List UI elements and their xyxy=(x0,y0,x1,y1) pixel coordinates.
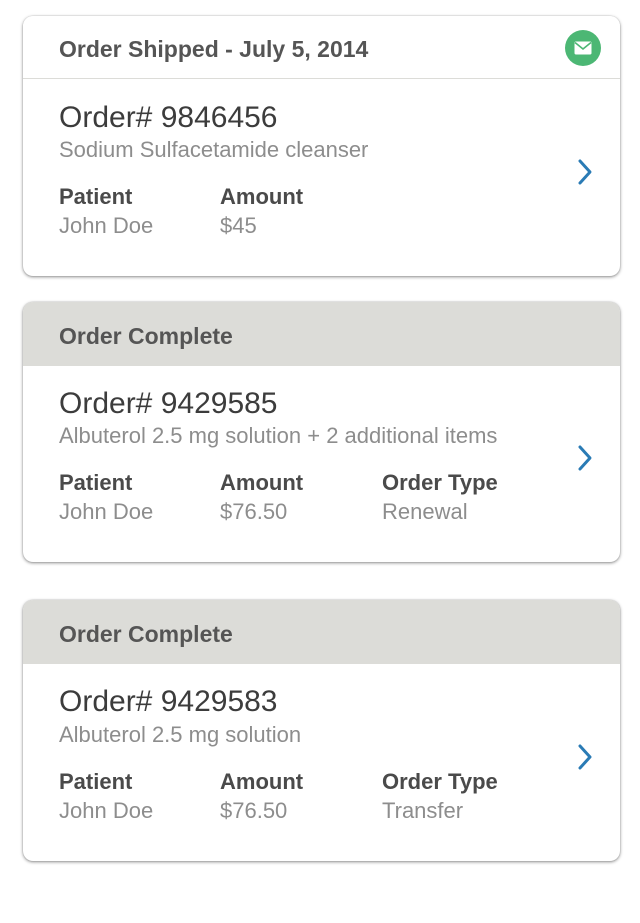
order-number: Order# 9429585 xyxy=(59,387,278,420)
order-status-title: Order Shipped - July 5, 2014 xyxy=(59,36,369,62)
order-type-value: Transfer xyxy=(382,798,464,823)
patient-label: Patient xyxy=(59,769,133,794)
order-type-label: Order Type xyxy=(382,769,498,794)
patient-label: Patient xyxy=(59,470,133,495)
order-card-header: Order Shipped - July 5, 2014 xyxy=(23,16,620,79)
order-card[interactable]: Order Shipped - July 5, 2014 Order# 9846… xyxy=(23,16,620,276)
amount-value: $76.50 xyxy=(220,499,288,524)
chevron-right-icon[interactable] xyxy=(575,743,595,771)
order-number: Order# 9846456 xyxy=(59,101,278,134)
chevron-right-icon[interactable] xyxy=(575,158,595,186)
order-status-title: Order Complete xyxy=(59,323,233,349)
order-description: Albuterol 2.5 mg solution + 2 additional… xyxy=(59,423,498,448)
patient-value: John Doe xyxy=(59,499,154,524)
amount-label: Amount xyxy=(220,184,304,209)
amount-label: Amount xyxy=(220,470,304,495)
order-card[interactable]: Order Complete Order# 9429583 Albuterol … xyxy=(23,600,620,861)
order-card-header: Order Complete xyxy=(23,302,620,366)
patient-value: John Doe xyxy=(59,213,154,238)
patient-label: Patient xyxy=(59,184,133,209)
chevron-right-icon[interactable] xyxy=(575,444,595,472)
order-description: Albuterol 2.5 mg solution xyxy=(59,722,302,747)
order-card[interactable]: Order Complete Order# 9429585 Albuterol … xyxy=(23,302,620,562)
patient-value: John Doe xyxy=(59,798,154,823)
order-status-title: Order Complete xyxy=(59,621,233,647)
order-type-label: Order Type xyxy=(382,470,498,495)
envelope-icon xyxy=(565,30,601,66)
order-type-value: Renewal xyxy=(382,499,468,524)
order-description: Sodium Sulfacetamide cleanser xyxy=(59,137,369,162)
order-card-header: Order Complete xyxy=(23,600,620,664)
amount-label: Amount xyxy=(220,769,304,794)
order-number: Order# 9429583 xyxy=(59,685,278,718)
amount-value: $76.50 xyxy=(220,798,288,823)
amount-value: $45 xyxy=(220,213,257,238)
